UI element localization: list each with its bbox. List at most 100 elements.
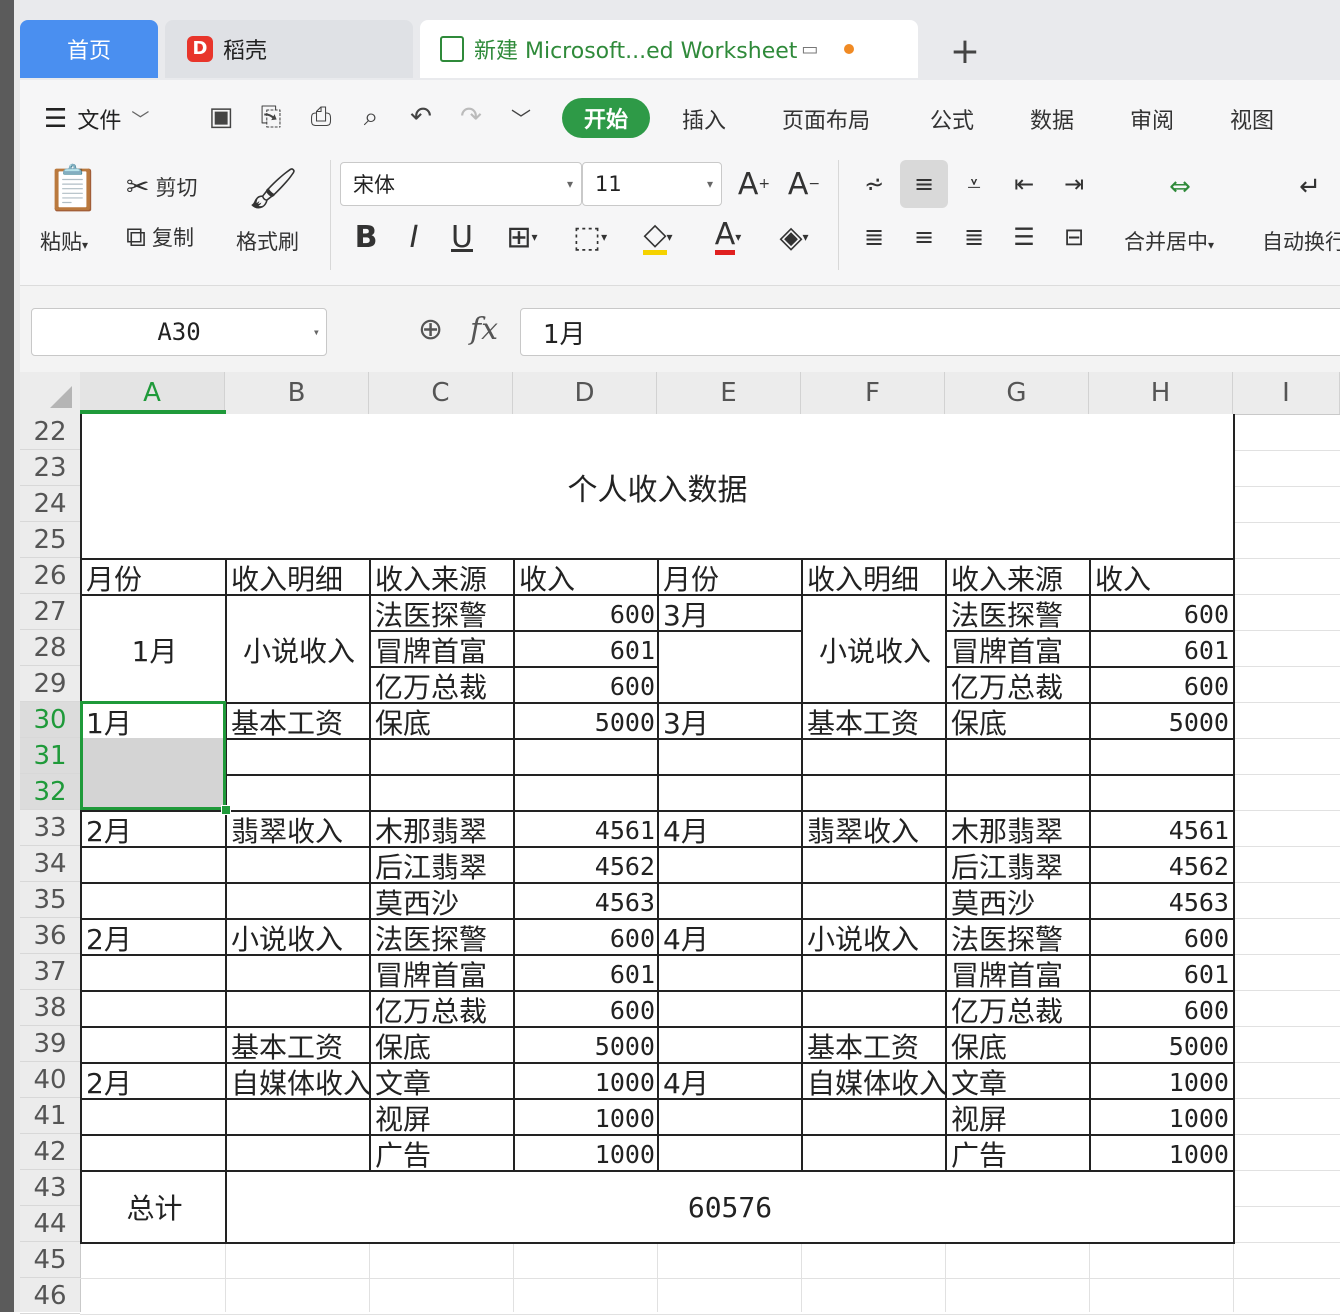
month-cell[interactable] (657, 1026, 803, 1064)
value-cell[interactable]: 600 (1089, 918, 1235, 956)
row-header-31[interactable]: 31 (20, 738, 80, 774)
selection-border[interactable] (80, 701, 226, 810)
borders-icon[interactable]: ⊞ ▾ (494, 216, 550, 258)
source-cell[interactable]: 亿万总裁 (945, 990, 1091, 1028)
detail-cell[interactable]: 基本工资 (225, 702, 371, 740)
empty-cell[interactable] (945, 738, 1091, 776)
month-cell[interactable] (80, 1098, 227, 1136)
empty-cell[interactable] (657, 774, 803, 812)
source-cell[interactable]: 视屏 (369, 1098, 515, 1136)
decrease-indent-icon[interactable]: ⇤ (1004, 164, 1044, 204)
column-header-h[interactable]: H (1089, 372, 1233, 414)
align-top-icon[interactable]: ⩫ (854, 164, 894, 204)
clear-format-icon[interactable]: ◈ ▾ (766, 216, 822, 258)
row-header-29[interactable]: 29 (20, 666, 80, 702)
detail-cell[interactable]: 基本工资 (801, 1026, 947, 1064)
detail-cell[interactable]: 小说收入 (801, 594, 947, 704)
total-label[interactable]: 总计 (80, 1170, 227, 1244)
row-header-43[interactable]: 43 (20, 1170, 80, 1206)
detail-cell[interactable] (801, 954, 947, 992)
tab-formulas[interactable]: 公式 (930, 103, 974, 135)
row-header-27[interactable]: 27 (20, 594, 80, 630)
value-cell[interactable]: 601 (1089, 954, 1235, 992)
row-header-40[interactable]: 40 (20, 1062, 80, 1098)
header-cell[interactable]: 收入来源 (945, 558, 1091, 596)
detail-cell[interactable]: 小说收入 (801, 918, 947, 956)
detail-cell[interactable] (801, 1098, 947, 1136)
column-header-b[interactable]: B (225, 372, 369, 414)
value-cell[interactable]: 4563 (1089, 882, 1235, 920)
month-cell[interactable] (657, 990, 803, 1028)
value-cell[interactable]: 4561 (513, 810, 659, 848)
detail-cell[interactable]: 基本工资 (225, 1026, 371, 1064)
source-cell[interactable]: 广告 (369, 1134, 515, 1172)
source-cell[interactable]: 保底 (945, 702, 1091, 740)
empty-cell[interactable] (945, 774, 1091, 812)
header-cell[interactable]: 月份 (80, 558, 227, 596)
source-cell[interactable]: 广告 (945, 1134, 1091, 1172)
row-header-38[interactable]: 38 (20, 990, 80, 1026)
source-cell[interactable]: 法医探警 (945, 594, 1091, 632)
empty-cell[interactable] (513, 774, 659, 812)
value-cell[interactable]: 4561 (1089, 810, 1235, 848)
month-cell[interactable]: 4月 (657, 918, 803, 956)
fill-handle[interactable] (221, 805, 231, 815)
underline-icon[interactable]: U (442, 216, 482, 258)
month-cell[interactable] (80, 1134, 227, 1172)
source-cell[interactable]: 保底 (369, 1026, 515, 1064)
month-cell[interactable]: 2月 (80, 918, 227, 956)
more-icon[interactable]: ﹀ (504, 100, 538, 134)
month-cell[interactable] (657, 882, 803, 920)
tab-home[interactable]: 首页 (20, 20, 158, 78)
tab-insert[interactable]: 插入 (682, 103, 726, 135)
month-cell[interactable] (657, 630, 803, 704)
row-header-36[interactable]: 36 (20, 918, 80, 954)
source-cell[interactable]: 木那翡翠 (945, 810, 1091, 848)
column-header-i[interactable]: I (1233, 372, 1340, 414)
detail-cell[interactable]: 小说收入 (225, 594, 371, 704)
row-header-41[interactable]: 41 (20, 1098, 80, 1134)
month-cell[interactable] (657, 1134, 803, 1172)
source-cell[interactable]: 亿万总裁 (369, 990, 515, 1028)
source-cell[interactable]: 莫西沙 (945, 882, 1091, 920)
empty-cell[interactable] (801, 774, 947, 812)
detail-cell[interactable] (801, 1134, 947, 1172)
merge-center-button[interactable]: 合并居中▾ (1124, 226, 1214, 256)
empty-cell[interactable] (225, 738, 371, 776)
month-cell[interactable] (80, 954, 227, 992)
month-cell[interactable] (80, 846, 227, 884)
month-cell[interactable] (657, 1098, 803, 1136)
column-header-e[interactable]: E (657, 372, 801, 414)
value-cell[interactable]: 601 (513, 630, 659, 668)
column-header-c[interactable]: C (369, 372, 513, 414)
source-cell[interactable]: 法医探警 (369, 594, 515, 632)
formula-input[interactable]: 1月 (520, 308, 1340, 356)
value-cell[interactable]: 1000 (1089, 1098, 1235, 1136)
source-cell[interactable]: 后江翡翠 (369, 846, 515, 884)
tab-daoke[interactable]: D 稻壳 (165, 20, 413, 78)
justify-icon[interactable]: ☰ (1004, 216, 1044, 258)
value-cell[interactable]: 600 (513, 594, 659, 632)
row-header-37[interactable]: 37 (20, 954, 80, 990)
align-left-icon[interactable]: ≣ (854, 216, 894, 258)
copy-button[interactable]: ⧉ 复制 (126, 220, 194, 254)
value-cell[interactable]: 600 (513, 918, 659, 956)
empty-cell[interactable] (369, 738, 515, 776)
paste-icon[interactable]: 📋 (46, 160, 101, 216)
value-cell[interactable]: 600 (1089, 594, 1235, 632)
month-cell[interactable]: 4月 (657, 810, 803, 848)
fill-color-icon[interactable]: ◇ ▾ (630, 216, 686, 258)
value-cell[interactable]: 5000 (1089, 702, 1235, 740)
month-cell[interactable] (80, 882, 227, 920)
format-painter-button[interactable]: 格式刷 (236, 226, 299, 256)
source-cell[interactable]: 冒牌首富 (369, 630, 515, 668)
cell-style-icon[interactable]: ⬚ ▾ (562, 216, 618, 258)
wrap-text-button[interactable]: 自动换行 (1262, 226, 1340, 256)
month-cell[interactable]: 3月 (657, 702, 803, 740)
value-cell[interactable]: 4562 (513, 846, 659, 884)
empty-cell[interactable] (657, 738, 803, 776)
value-cell[interactable]: 601 (1089, 630, 1235, 668)
source-cell[interactable]: 保底 (945, 1026, 1091, 1064)
value-cell[interactable]: 600 (513, 990, 659, 1028)
row-header-44[interactable]: 44 (20, 1206, 80, 1242)
